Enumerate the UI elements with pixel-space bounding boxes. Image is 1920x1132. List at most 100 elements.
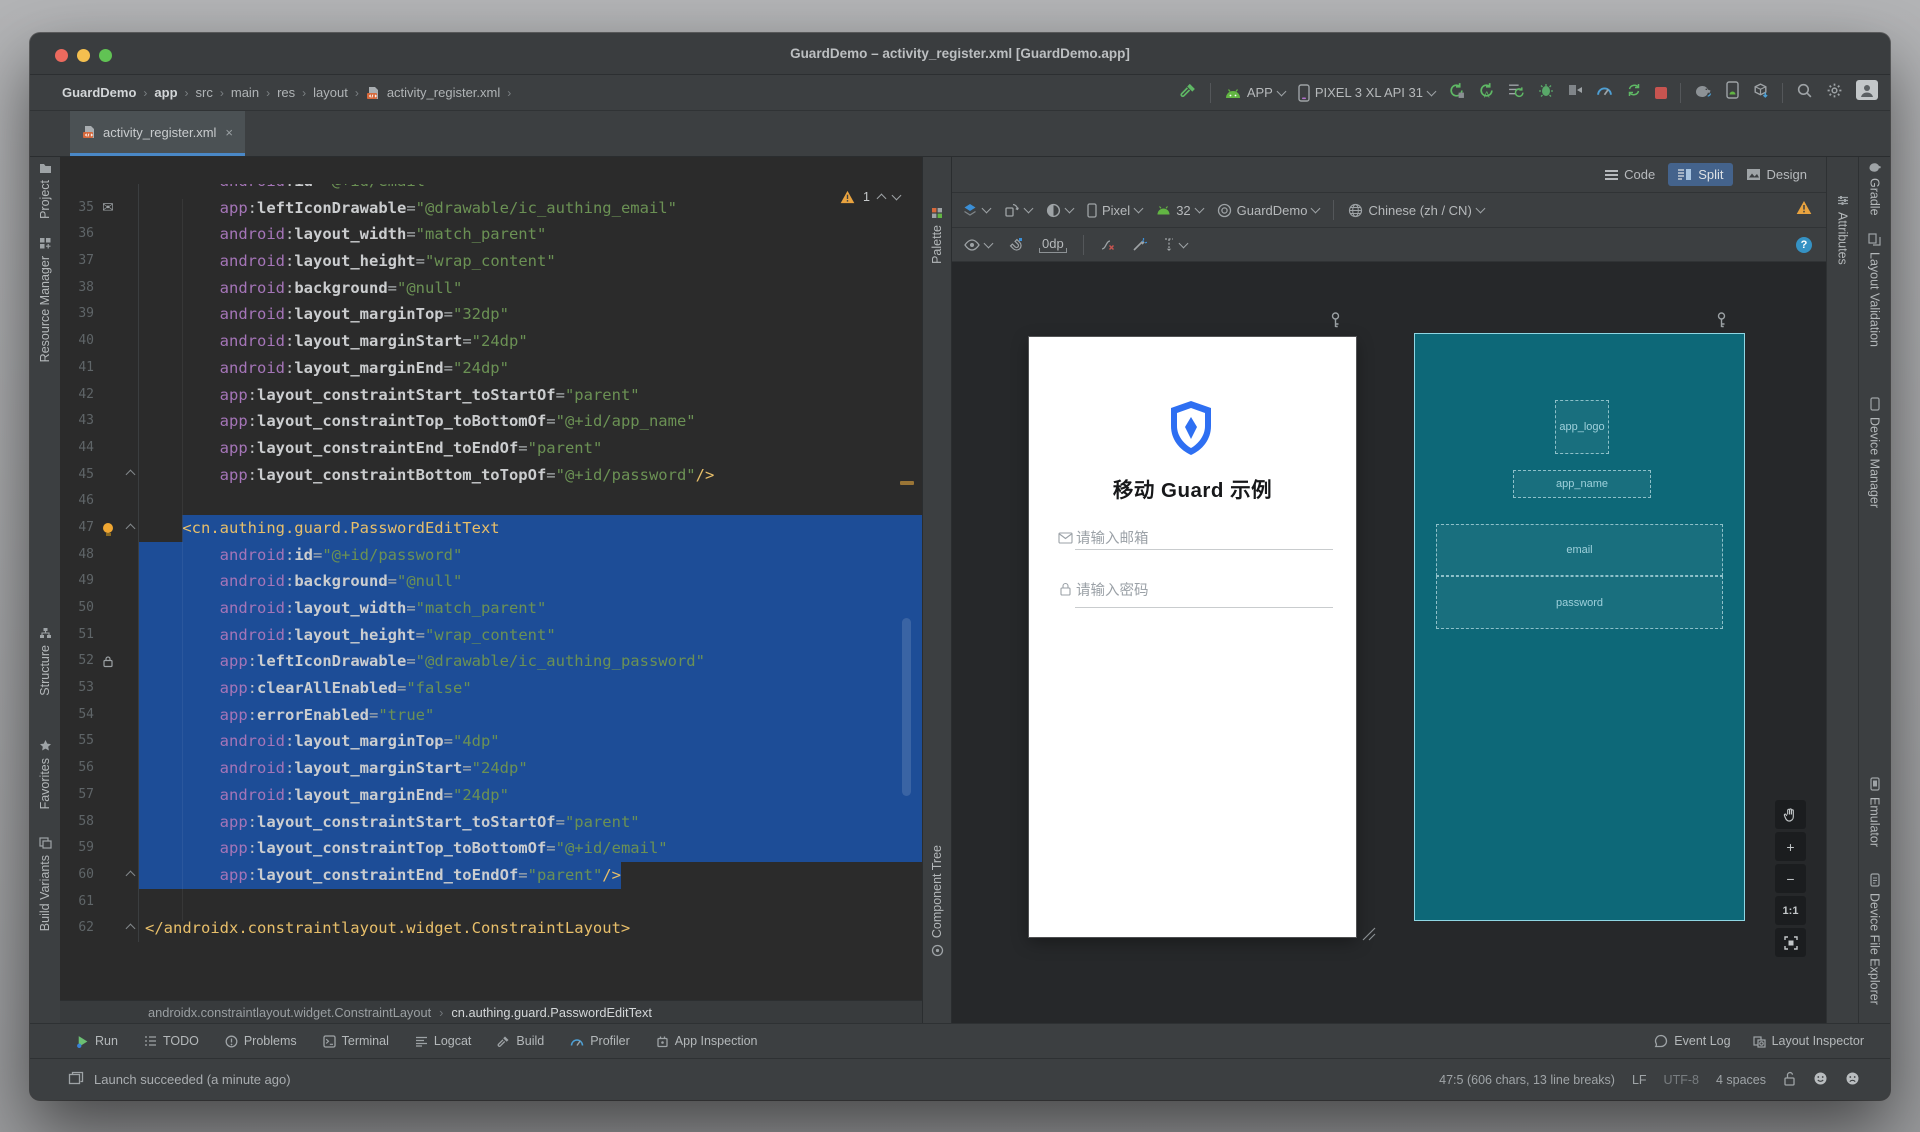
next-issue-icon[interactable] — [892, 191, 902, 201]
happy-face-icon[interactable] — [1813, 1071, 1828, 1089]
code-line[interactable]: 57 android:layout_marginEnd="24dp" — [60, 782, 922, 809]
code-area[interactable]: android:id="@+id/email"35✉ app:leftIconD… — [60, 184, 922, 1000]
breadcrumb[interactable]: GuardDemo›app›src›main›res›layout›activi… — [30, 85, 511, 100]
code-line[interactable]: 61 — [60, 889, 922, 916]
clear-constraints-button[interactable] — [1100, 237, 1116, 252]
mode-design[interactable]: Design — [1737, 163, 1816, 186]
layout-warning-icon[interactable] — [1796, 200, 1812, 220]
tab-component-tree[interactable]: Component Tree — [923, 845, 951, 957]
code-line[interactable]: 37 android:layout_height="wrap_content" — [60, 248, 922, 275]
tool-window-button-event-log[interactable]: Event Log — [1654, 1034, 1730, 1048]
code-line[interactable]: 45 app:layout_constraintBottom_toTopOf="… — [60, 462, 922, 489]
run-configuration-select[interactable]: APP — [1224, 85, 1285, 100]
design-surface[interactable]: 移动 Guard 示例 请输入邮箱 请输入密码 app_logoapp_name… — [952, 262, 1826, 1023]
tab-attributes[interactable]: Attributes — [1827, 195, 1858, 265]
view-options-select[interactable] — [964, 239, 992, 251]
guidelines-select[interactable] — [1163, 237, 1187, 253]
stop-button[interactable] — [1655, 87, 1667, 99]
zoom-out-button[interactable]: − — [1775, 864, 1806, 893]
tab-activity-register-xml[interactable]: activity_register.xml × — [70, 111, 245, 156]
run-tasks-list-icon[interactable] — [1508, 83, 1525, 103]
warning-stripe-mark[interactable] — [900, 481, 914, 485]
code-line[interactable]: 56 android:layout_marginStart="24dp" — [60, 755, 922, 782]
settings-gear-icon[interactable] — [1826, 82, 1843, 104]
breadcrumb-res[interactable]: res — [277, 85, 295, 100]
tool-window-button-todo[interactable]: TODO — [144, 1034, 199, 1048]
breadcrumb-constraintlayout[interactable]: androidx.constraintlayout.widget.Constra… — [148, 1005, 431, 1020]
code-line[interactable]: 41 android:layout_marginEnd="24dp" — [60, 355, 922, 382]
profiler-button[interactable] — [1596, 83, 1613, 102]
blueprint-box-app-name[interactable]: app_name — [1513, 470, 1651, 498]
api-version-select[interactable]: 32 — [1156, 203, 1202, 218]
code-line[interactable]: 55 android:layout_marginTop="4dp" — [60, 728, 922, 755]
stripe-item-build-variants[interactable]: Build Variants — [30, 837, 60, 931]
avd-manager-button[interactable] — [1752, 82, 1769, 104]
blueprint-box-email[interactable]: email — [1436, 524, 1723, 576]
status-message[interactable]: Launch succeeded (a minute ago) — [94, 1072, 291, 1087]
night-mode-select[interactable] — [1046, 203, 1073, 218]
unlock-icon[interactable] — [1783, 1071, 1796, 1089]
code-line[interactable]: 44 app:layout_constraintEnd_toEndOf="par… — [60, 435, 922, 462]
code-line[interactable]: 51 android:layout_height="wrap_content" — [60, 622, 922, 649]
build-hammer-icon[interactable] — [1180, 82, 1197, 104]
gradle-sync-button[interactable] — [1694, 83, 1713, 103]
fold-marker[interactable] — [122, 915, 138, 942]
zoom-actual-button[interactable]: 1:1 — [1775, 896, 1806, 925]
intention-bulb-icon[interactable] — [103, 523, 113, 533]
code-line[interactable]: 46 — [60, 488, 922, 515]
apply-code-changes-button[interactable] — [1626, 82, 1642, 103]
code-line[interactable]: 62</androidx.constraintlayout.widget.Con… — [60, 915, 922, 942]
code-line[interactable]: 53 app:clearAllEnabled="false" — [60, 675, 922, 702]
mode-code[interactable]: Code — [1596, 163, 1664, 186]
orientation-select[interactable] — [1004, 202, 1032, 218]
editor-breadcrumbs[interactable]: androidx.constraintlayout.widget.Constra… — [60, 1000, 922, 1023]
tool-window-button-problems[interactable]: Problems — [225, 1034, 297, 1048]
device-manager-button[interactable] — [1726, 81, 1739, 104]
infer-constraints-button[interactable] — [1132, 237, 1147, 252]
apply-changes-button[interactable]: A — [1478, 82, 1495, 104]
code-line[interactable]: 40 android:layout_marginStart="24dp" — [60, 328, 922, 355]
search-icon[interactable] — [1796, 82, 1813, 104]
code-line[interactable]: 48 android:id="@+id/password" — [60, 542, 922, 569]
sad-face-icon[interactable] — [1845, 1071, 1860, 1089]
stripe-item-structure[interactable]: Structure — [30, 627, 60, 696]
resize-handle[interactable] — [1361, 926, 1379, 947]
file-encoding[interactable]: UTF-8 — [1664, 1073, 1699, 1087]
tool-window-button-run[interactable]: Run — [76, 1034, 118, 1048]
caret-position[interactable]: 47:5 (606 chars, 13 line breaks) — [1439, 1073, 1615, 1087]
fold-marker[interactable] — [122, 862, 138, 889]
code-line[interactable]: 50 android:layout_width="match_parent" — [60, 595, 922, 622]
code-line[interactable]: 42 app:layout_constraintStart_toStartOf=… — [60, 382, 922, 409]
breadcrumb-passwordedittext[interactable]: cn.authing.guard.PasswordEditText — [451, 1005, 652, 1020]
tool-windows-icon[interactable] — [68, 1071, 84, 1088]
stripe-item-device-file-explorer[interactable]: Device File Explorer — [1859, 873, 1890, 1005]
code-line[interactable]: 47 <cn.authing.guard.PasswordEditText — [60, 515, 922, 542]
rerun-app-button[interactable] — [1448, 82, 1465, 104]
blueprint-view[interactable]: app_logoapp_nameemailpassword — [1414, 333, 1745, 921]
close-tab-icon[interactable]: × — [225, 125, 233, 140]
code-line[interactable]: 59 app:layout_constraintTop_toBottomOf="… — [60, 835, 922, 862]
breadcrumb-guarddemo[interactable]: GuardDemo — [62, 85, 136, 100]
inspections-widget[interactable]: 1 — [840, 190, 900, 204]
blueprint-box-app-logo[interactable]: app_logo — [1555, 400, 1609, 454]
line-separator[interactable]: LF — [1632, 1073, 1647, 1087]
device-for-preview-select[interactable]: Pixel — [1087, 203, 1142, 218]
zoom-to-fit-button[interactable] — [1775, 928, 1806, 957]
code-line[interactable]: 38 android:background="@null" — [60, 275, 922, 302]
help-icon[interactable]: ? — [1796, 237, 1812, 253]
breadcrumb-layout[interactable]: layout — [313, 85, 348, 100]
code-line[interactable]: 60 app:layout_constraintEnd_toEndOf="par… — [60, 862, 922, 889]
breadcrumb-src[interactable]: src — [196, 85, 213, 100]
breadcrumb-file[interactable]: activity_register.xml — [387, 85, 500, 100]
attach-debugger-button[interactable] — [1567, 82, 1583, 103]
locale-select[interactable]: Chinese (zh / CN) — [1348, 203, 1483, 218]
code-line[interactable]: 36 android:layout_width="match_parent" — [60, 221, 922, 248]
zoom-in-button[interactable]: + — [1775, 832, 1806, 861]
stripe-item-layout-validation[interactable]: Layout Validation — [1859, 233, 1890, 347]
code-line[interactable]: 35✉ app:leftIconDrawable="@drawable/ic_a… — [60, 195, 922, 222]
theme-select[interactable]: GuardDemo — [1217, 203, 1320, 218]
tool-window-button-profiler[interactable]: Profiler — [570, 1034, 630, 1048]
surface-type-select[interactable] — [962, 202, 990, 218]
code-line[interactable]: 54 app:errorEnabled="true" — [60, 702, 922, 729]
fold-marker[interactable] — [122, 462, 138, 489]
